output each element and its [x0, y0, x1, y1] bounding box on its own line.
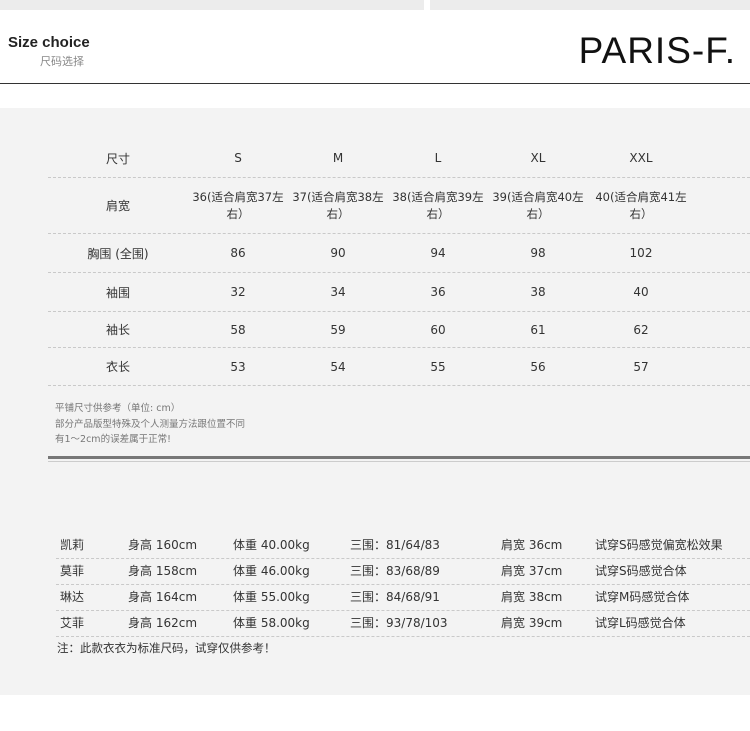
- row-label: 袖围: [105, 285, 130, 300]
- table-row: 琳达 身高 164cm 体重 55.00kg 三围：84/68/91 肩宽 38…: [56, 584, 750, 611]
- model-height: 身高 164cm: [128, 590, 198, 604]
- table-cell: 55: [430, 359, 446, 374]
- table-cell: 56: [530, 359, 546, 374]
- model-weight: 体重 46.00kg: [233, 564, 310, 578]
- table-cell: 61: [530, 322, 546, 337]
- model-name: 凯莉: [60, 538, 85, 552]
- model-height: 身高 158cm: [128, 564, 198, 578]
- table-cell: 34: [330, 285, 346, 299]
- model-fit: 试穿S码感觉偏宽松效果: [595, 538, 723, 552]
- model-shoulder: 肩宽 36cm: [501, 538, 563, 552]
- table-row: 凯莉 身高 160cm 体重 40.00kg 三围：81/64/83 肩宽 36…: [56, 532, 750, 559]
- table-cell: 90: [330, 246, 346, 260]
- model-height: 身高 160cm: [128, 538, 198, 552]
- table-cell: 37(适合肩宽38左右）: [292, 189, 384, 221]
- header-divider: [0, 83, 750, 84]
- top-divider-right: [430, 0, 750, 10]
- fit-disclaimer: 注：此款衣衣为标准尺码，试穿仅供参考！: [57, 641, 276, 655]
- table-cell: 38(适合肩宽39左右）: [392, 189, 484, 221]
- model-height: 身高 162cm: [128, 616, 198, 630]
- model-fit: 试穿S码感觉合体: [595, 564, 687, 578]
- row-label: 肩宽: [105, 199, 130, 213]
- table-cell: 36(适合肩宽37左右）: [192, 189, 284, 221]
- section-divider-thin: [48, 461, 750, 462]
- model-fit: 试穿L码感觉合体: [595, 616, 686, 630]
- model-measurements: 三围：81/64/83: [350, 538, 440, 552]
- model-measurements: 三围：83/68/89: [350, 564, 440, 578]
- header-cell: L: [434, 151, 442, 165]
- model-weight: 体重 55.00kg: [233, 590, 310, 604]
- measurement-note: 部分产品版型特殊及个人测量方法跟位置不同: [55, 419, 246, 430]
- table-cell: 40: [633, 285, 649, 299]
- table-row: 衣长 53 54 55 56 57: [48, 348, 750, 386]
- model-fit: 试穿M码感觉合体: [595, 590, 690, 604]
- table-cell: 86: [230, 246, 246, 260]
- table-cell: 54: [330, 359, 346, 374]
- table-cell: 62: [633, 322, 649, 337]
- model-name: 艾菲: [60, 616, 85, 630]
- section-divider: [48, 456, 750, 459]
- section-title-en: Size choice: [8, 34, 90, 51]
- table-cell: 40(适合肩宽41左右）: [595, 189, 687, 221]
- size-table-header-row: 尺寸 S M L XL XXL: [48, 139, 750, 178]
- row-label: 衣长: [105, 360, 130, 374]
- model-shoulder: 肩宽 38cm: [501, 590, 563, 604]
- table-cell: 53: [230, 359, 246, 374]
- model-name: 琳达: [60, 590, 85, 604]
- table-row: 袖围 32 34 36 38 40: [48, 273, 750, 312]
- table-cell: 60: [430, 322, 446, 337]
- header-cell: 尺寸: [105, 151, 130, 166]
- header-cell: M: [332, 151, 344, 165]
- model-measurements: 三围：84/68/91: [350, 590, 440, 604]
- table-row: 袖长 58 59 60 61 62: [48, 312, 750, 348]
- brand-logo: PARIS-F.: [578, 30, 736, 71]
- model-measurements: 三围：93/78/103: [350, 616, 448, 630]
- table-cell: 102: [629, 246, 653, 260]
- header-cell: XXL: [629, 151, 653, 165]
- table-cell: 94: [430, 246, 446, 260]
- section-title-cn: 尺码选择: [40, 55, 84, 68]
- header-cell: S: [234, 151, 242, 165]
- table-row: 艾菲 身高 162cm 体重 58.00kg 三围：93/78/103 肩宽 3…: [56, 610, 750, 637]
- top-divider-left: [0, 0, 424, 10]
- model-shoulder: 肩宽 39cm: [501, 616, 563, 630]
- table-cell: 57: [633, 359, 649, 374]
- header-cell: XL: [530, 151, 546, 165]
- table-row: 肩宽 36(适合肩宽37左右） 37(适合肩宽38左右） 38(适合肩宽39左右…: [48, 178, 750, 234]
- table-cell: 59: [330, 322, 346, 337]
- table-cell: 98: [530, 246, 546, 260]
- row-label: 胸围 (全围): [87, 246, 149, 261]
- table-cell: 58: [230, 322, 246, 337]
- table-cell: 39(适合肩宽40左右）: [492, 189, 584, 221]
- table-cell: 38: [530, 285, 546, 299]
- table-cell: 36: [430, 285, 446, 299]
- row-label: 袖长: [105, 323, 130, 337]
- measurement-note: 平铺尺寸供参考（单位: cm）: [55, 403, 181, 414]
- table-row: 莫菲 身高 158cm 体重 46.00kg 三围：83/68/89 肩宽 37…: [56, 558, 750, 585]
- table-row: 胸围 (全围) 86 90 94 98 102: [48, 234, 750, 273]
- model-weight: 体重 40.00kg: [233, 538, 310, 552]
- model-weight: 体重 58.00kg: [233, 616, 310, 630]
- table-cell: 32: [230, 285, 246, 299]
- measurement-note: 有1～2cm的误差属于正常!: [55, 434, 171, 445]
- model-shoulder: 肩宽 37cm: [501, 564, 563, 578]
- model-name: 莫菲: [60, 564, 85, 578]
